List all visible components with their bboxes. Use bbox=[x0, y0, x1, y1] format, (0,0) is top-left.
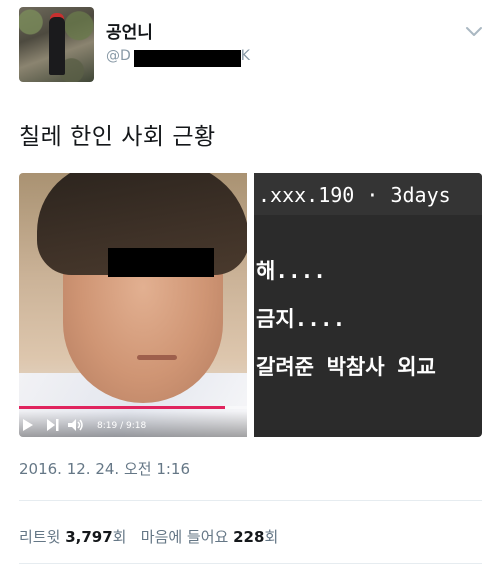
handle-redaction-bar bbox=[134, 50, 241, 67]
screenshot-text-line: .xxx.190 · 3days bbox=[258, 183, 451, 207]
divider bbox=[19, 500, 482, 501]
likes-count: 228 bbox=[233, 528, 265, 546]
screenshot-image[interactable]: .xxx.190 · 3days 해.... 금지.... 갈려준 박참사 외교 bbox=[254, 173, 482, 437]
play-icon[interactable] bbox=[22, 419, 34, 431]
screenshot-text-line: 갈려준 박참사 외교 bbox=[256, 355, 436, 379]
eye-redaction-bar bbox=[108, 248, 214, 277]
video-progress-track[interactable] bbox=[19, 406, 247, 409]
tweet-stats: 리트윗 3,797회 마음에 들어요 228회 bbox=[19, 526, 278, 547]
video-progress-fill bbox=[19, 406, 226, 409]
likes-label: 마음에 들어요 bbox=[140, 528, 229, 546]
handle-suffix: K bbox=[240, 48, 250, 64]
divider bbox=[19, 563, 482, 564]
tweet-timestamp[interactable]: 2016. 12. 24. 오전 1:16 bbox=[19, 458, 190, 479]
video-frame-mouth bbox=[137, 355, 177, 360]
volume-icon[interactable] bbox=[68, 419, 84, 431]
video-player[interactable]: 8:19 / 9:18 bbox=[19, 173, 247, 437]
skip-next-icon[interactable] bbox=[46, 419, 60, 431]
retweet-label: 리트윗 bbox=[19, 528, 61, 546]
video-timecode: 8:19 / 9:18 bbox=[97, 421, 147, 431]
screenshot-text-line: 해.... bbox=[256, 259, 326, 283]
chevron-down-icon[interactable] bbox=[462, 22, 486, 42]
retweet-unit: 회 bbox=[112, 528, 127, 546]
retweet-stat[interactable]: 리트윗 3,797회 bbox=[19, 528, 126, 546]
screenshot-text-line: 금지.... bbox=[256, 307, 346, 331]
avatar[interactable] bbox=[19, 7, 94, 82]
media-container: 8:19 / 9:18 .xxx.190 · 3days 해.... 금지...… bbox=[19, 173, 482, 437]
likes-stat[interactable]: 마음에 들어요 228회 bbox=[141, 528, 278, 546]
avatar-figure bbox=[49, 17, 65, 75]
likes-unit: 회 bbox=[264, 528, 279, 546]
retweet-count: 3,797 bbox=[65, 528, 113, 546]
tweet-text: 칠레 한인 사회 근황 bbox=[19, 124, 216, 150]
handle-prefix: @D bbox=[106, 48, 131, 64]
display-name[interactable]: 공언니 bbox=[106, 18, 153, 43]
